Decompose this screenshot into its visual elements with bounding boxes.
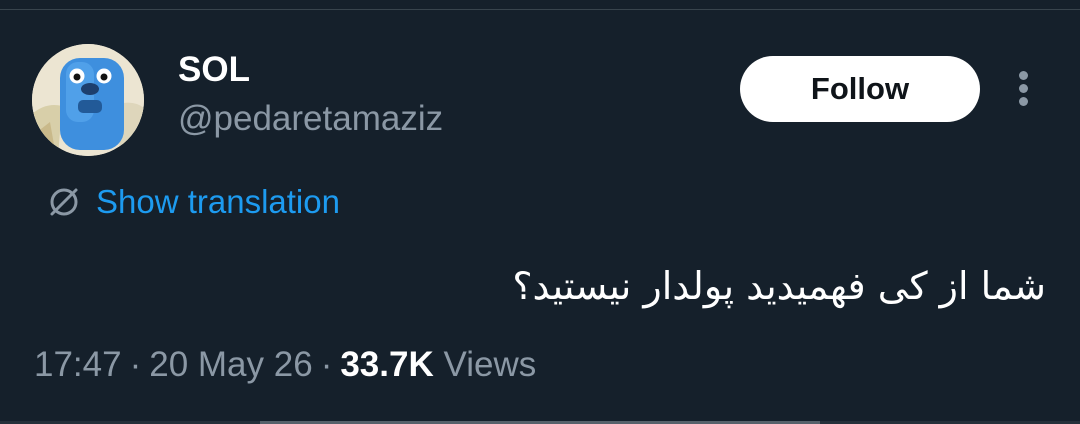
show-translation-link[interactable]: Show translation	[46, 180, 340, 224]
avatar[interactable]	[32, 44, 144, 156]
tweet-meta: 17:47 · 20 May 26 · 33.7K Views	[34, 344, 536, 386]
more-options-button[interactable]	[1007, 66, 1041, 112]
translate-globe-icon	[50, 188, 78, 216]
author-handle[interactable]: @pedaretamaziz	[178, 99, 443, 139]
views-count[interactable]: 33.7K	[340, 345, 433, 384]
more-vertical-icon-dot	[1019, 97, 1028, 106]
show-translation-label: Show translation	[96, 183, 340, 220]
views-label: Views	[443, 345, 537, 384]
avatar-image	[32, 44, 144, 156]
tweet-text: شما از کی فهمیدید پولدار نیستید؟	[512, 264, 1046, 308]
more-vertical-icon-dot	[1019, 84, 1028, 93]
meta-separator: ·	[320, 345, 333, 384]
top-divider	[0, 0, 1080, 10]
tweet-date[interactable]: 20 May 26	[149, 345, 312, 384]
tweet-time[interactable]: 17:47	[34, 345, 122, 384]
follow-button[interactable]: Follow	[740, 56, 980, 122]
more-vertical-icon	[1019, 71, 1028, 80]
author-display-name[interactable]: SOL	[178, 50, 250, 90]
meta-separator: ·	[129, 345, 142, 384]
